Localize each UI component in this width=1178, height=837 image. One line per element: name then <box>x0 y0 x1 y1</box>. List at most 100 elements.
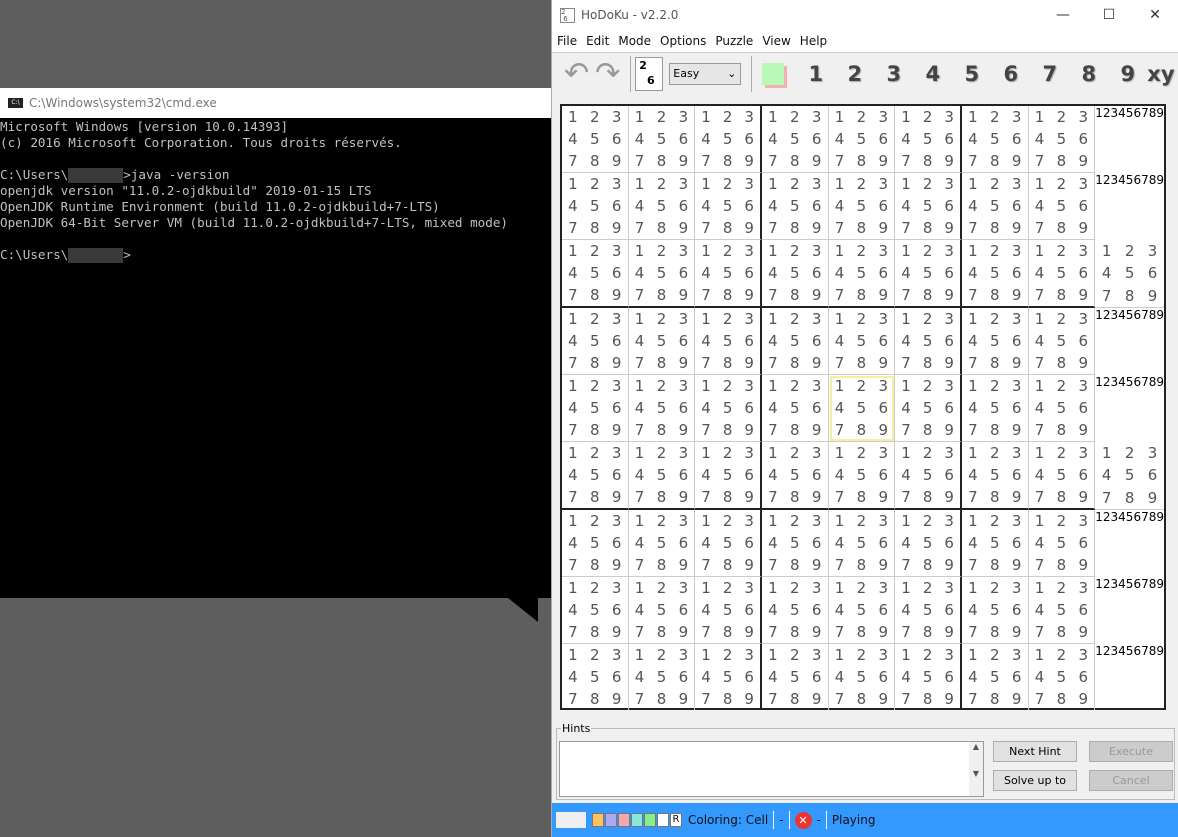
candidate-mode-icon[interactable]: 2 6 <box>635 56 664 91</box>
cell-r9c9[interactable]: 123456789 <box>1095 644 1164 710</box>
cell-r9c6[interactable]: 123 456 789 <box>895 644 962 710</box>
next-hint-button[interactable]: Next Hint <box>993 741 1077 762</box>
digit-filter-2[interactable]: 2 <box>835 62 874 86</box>
cell-r5c2[interactable]: 123 456 789 <box>628 375 696 442</box>
cell-r8c4[interactable]: 123 456 789 <box>761 577 829 644</box>
cell-r3c1[interactable]: 123 456 789 <box>562 240 629 308</box>
cell-r7c1[interactable]: 123 456 789 <box>562 510 629 577</box>
redo-icon[interactable]: ↷ <box>595 56 620 91</box>
cell-r5c9[interactable]: 123456789 <box>1095 375 1164 442</box>
cell-r3c3[interactable]: 123 456 789 <box>695 240 762 308</box>
cell-r2c4[interactable]: 123 456 789 <box>761 173 829 240</box>
menu-help[interactable]: Help <box>800 34 827 48</box>
cell-r8c5[interactable]: 123 456 789 <box>828 577 896 644</box>
menu-edit[interactable]: Edit <box>586 34 609 48</box>
cell-r1c2[interactable]: 123 456 789 <box>628 106 696 173</box>
cell-r4c5[interactable]: 123 456 789 <box>828 308 896 375</box>
difficulty-select[interactable]: Easy ⌄ <box>669 62 742 85</box>
cell-r7c7[interactable]: 123 456 789 <box>961 510 1029 577</box>
cell-r7c6[interactable]: 123 456 789 <box>895 510 962 577</box>
menu-mode[interactable]: Mode <box>618 34 651 48</box>
title-bar[interactable]: 2 6 HoDoKu - v2.2.0 — ☐ ✕ <box>552 0 1178 30</box>
menu-options[interactable]: Options <box>660 34 706 48</box>
digit-filter-5[interactable]: 5 <box>952 62 991 86</box>
cell-r6c9[interactable]: 123 456 789 <box>1095 442 1164 510</box>
cell-r9c5[interactable]: 123 456 789 <box>829 644 896 710</box>
cell-r6c5[interactable]: 123 456 789 <box>828 442 896 510</box>
hodoku-window[interactable]: 2 6 HoDoKu - v2.2.0 — ☐ ✕ File Edit Mode Opti… <box>551 0 1178 837</box>
cell-r2c5[interactable]: 123 456 789 <box>828 173 896 240</box>
digit-filter-8[interactable]: 8 <box>1069 62 1108 86</box>
digit-filter-7[interactable]: 7 <box>1030 62 1069 86</box>
cell-r3c2[interactable]: 123 456 789 <box>628 240 696 308</box>
color-chip[interactable] <box>631 813 643 827</box>
color-swatch[interactable] <box>762 62 785 85</box>
cell-r3c5[interactable]: 123 456 789 <box>828 240 896 308</box>
execute-button[interactable]: Execute <box>1089 741 1173 762</box>
cell-r6c4[interactable]: 123 456 789 <box>761 442 829 510</box>
menu-file[interactable]: File <box>557 34 577 48</box>
reset-color-button[interactable]: R <box>670 813 682 827</box>
cell-r4c3[interactable]: 123 456 789 <box>695 308 762 375</box>
active-color[interactable] <box>556 812 586 828</box>
cell-r9c8[interactable]: 123 456 789 <box>1029 644 1096 710</box>
color-chip[interactable] <box>605 813 617 827</box>
cell-r6c7[interactable]: 123 456 789 <box>961 442 1029 510</box>
cell-r3c6[interactable]: 123 456 789 <box>895 240 962 308</box>
cell-r7c5[interactable]: 123 456 789 <box>828 510 896 577</box>
sudoku-board[interactable]: 1234567891234567891234567891234567891234… <box>560 104 1166 710</box>
close-icon[interactable]: ✕ <box>1132 7 1178 23</box>
cell-r7c4[interactable]: 123 456 789 <box>761 510 829 577</box>
digit-filter-1[interactable]: 1 <box>796 62 835 86</box>
cell-r5c1[interactable]: 123 456 789 <box>562 375 629 442</box>
minimize-icon[interactable]: — <box>1040 7 1086 23</box>
console-output[interactable]: Microsoft Windows [version 10.0.14393] (… <box>0 118 551 263</box>
cell-r3c4[interactable]: 123 456 789 <box>761 240 829 308</box>
menu-view[interactable]: View <box>762 34 790 48</box>
color-chip[interactable] <box>644 813 656 827</box>
cell-r9c1[interactable]: 123 456 789 <box>562 644 629 710</box>
cell-r8c3[interactable]: 123 456 789 <box>695 577 762 644</box>
cell-r1c8[interactable]: 123 456 789 <box>1028 106 1096 173</box>
cell-r8c9[interactable]: 123456789 <box>1095 577 1164 644</box>
cell-r5c5[interactable]: 123 456 789 <box>828 375 896 442</box>
cell-r8c8[interactable]: 123 456 789 <box>1028 577 1096 644</box>
cmd-title-bar[interactable]: C:\ C:\Windows\system32\cmd.exe <box>0 88 551 118</box>
cancel-button[interactable]: Cancel <box>1089 770 1173 791</box>
color-chip[interactable] <box>592 813 604 827</box>
cell-r2c8[interactable]: 123 456 789 <box>1028 173 1096 240</box>
cell-r4c6[interactable]: 123 456 789 <box>895 308 962 375</box>
cell-r5c8[interactable]: 123 456 789 <box>1028 375 1096 442</box>
cell-r1c1[interactable]: 123 456 789 <box>562 106 629 173</box>
cell-r4c8[interactable]: 123 456 789 <box>1028 308 1096 375</box>
cell-r6c3[interactable]: 123 456 789 <box>695 442 762 510</box>
cell-r1c6[interactable]: 123 456 789 <box>895 106 962 173</box>
cell-r2c3[interactable]: 123 456 789 <box>695 173 762 240</box>
cmd-window[interactable]: C:\ C:\Windows\system32\cmd.exe Microsoft… <box>0 88 551 598</box>
cell-r4c4[interactable]: 123 456 789 <box>761 308 829 375</box>
cell-r6c6[interactable]: 123 456 789 <box>895 442 962 510</box>
cell-r6c2[interactable]: 123 456 789 <box>628 442 696 510</box>
cell-r4c9[interactable]: 123456789 <box>1095 308 1164 375</box>
cell-r1c3[interactable]: 123 456 789 <box>695 106 762 173</box>
cell-r5c4[interactable]: 123 456 789 <box>761 375 829 442</box>
cell-r9c2[interactable]: 123 456 789 <box>629 644 696 710</box>
menu-puzzle[interactable]: Puzzle <box>715 34 753 48</box>
cell-r6c8[interactable]: 123 456 789 <box>1028 442 1096 510</box>
cell-r9c4[interactable]: 123 456 789 <box>762 644 829 710</box>
cell-r4c1[interactable]: 123 456 789 <box>562 308 629 375</box>
scrollbar[interactable]: ▲ ▼ <box>969 742 983 796</box>
cell-r3c8[interactable]: 123 456 789 <box>1028 240 1096 308</box>
cell-r6c1[interactable]: 123 456 789 <box>562 442 629 510</box>
cell-r2c6[interactable]: 123 456 789 <box>895 173 962 240</box>
cell-r5c6[interactable]: 123 456 789 <box>895 375 962 442</box>
cell-r5c7[interactable]: 123 456 789 <box>961 375 1029 442</box>
cell-r8c7[interactable]: 123 456 789 <box>961 577 1029 644</box>
cell-r7c8[interactable]: 123 456 789 <box>1028 510 1096 577</box>
cell-r2c7[interactable]: 123 456 789 <box>961 173 1029 240</box>
digit-filter-3[interactable]: 3 <box>874 62 913 86</box>
xy-filter-button[interactable]: xy <box>1147 62 1174 86</box>
cell-r4c7[interactable]: 123 456 789 <box>961 308 1029 375</box>
cell-r2c1[interactable]: 123 456 789 <box>562 173 629 240</box>
digit-filter-4[interactable]: 4 <box>913 62 952 86</box>
